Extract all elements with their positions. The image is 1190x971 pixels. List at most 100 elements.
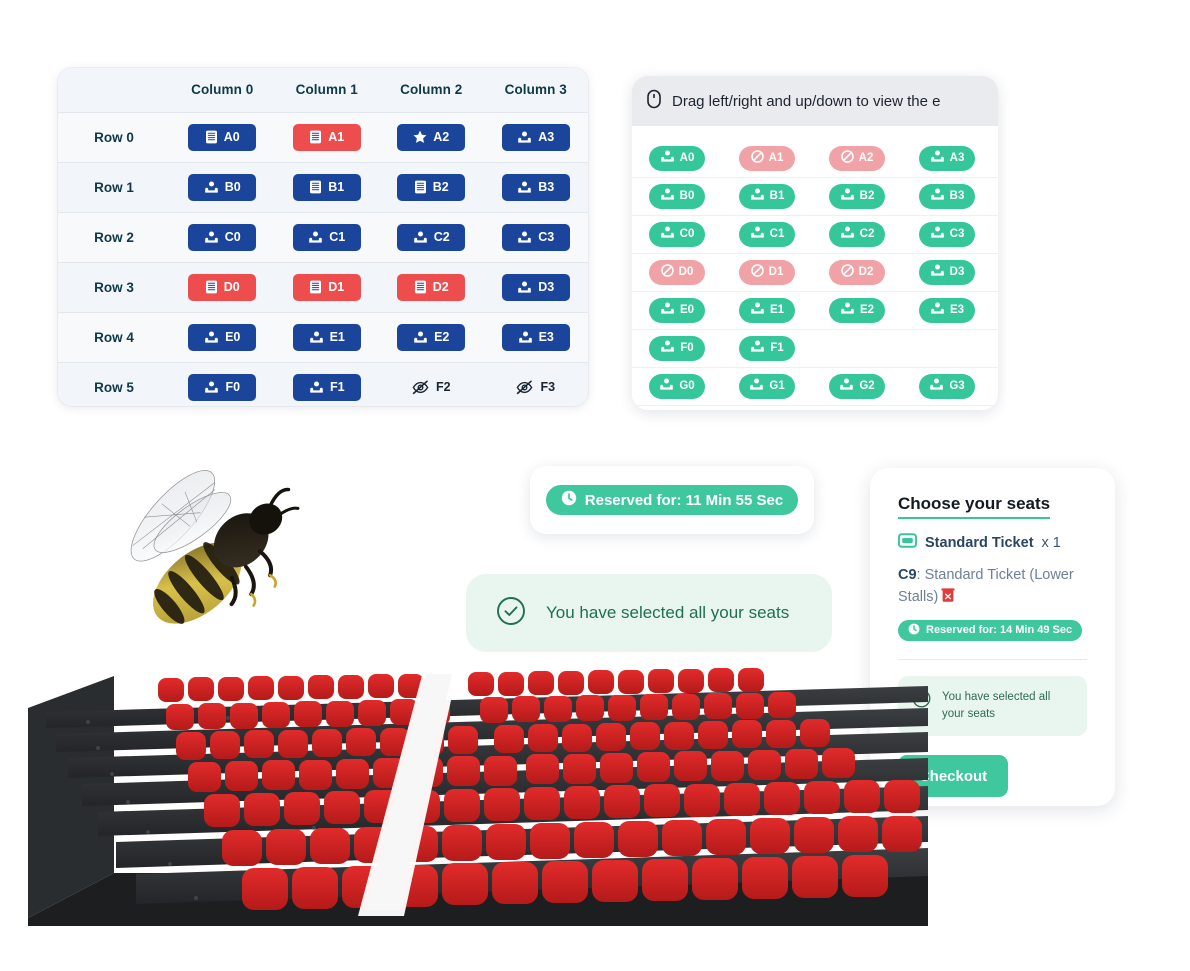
- map-seat-D3[interactable]: D3: [919, 260, 975, 285]
- map-seat-label: G3: [949, 379, 965, 392]
- seat-button-E1[interactable]: E1: [292, 323, 361, 351]
- map-seat-B2[interactable]: B2: [829, 184, 885, 209]
- seat-button-B0[interactable]: B0: [188, 173, 257, 201]
- ticket-icon: [205, 130, 218, 144]
- seat-map-hint-text: Drag left/right and up/down to view the …: [672, 92, 941, 110]
- seat-button-E2[interactable]: E2: [397, 323, 466, 351]
- map-seat-C2[interactable]: C2: [829, 222, 885, 247]
- seat-button-C0[interactable]: C0: [188, 223, 257, 251]
- bee-photo: [130, 470, 300, 624]
- map-seat-E2[interactable]: E2: [829, 298, 885, 323]
- map-seat-A0[interactable]: A0: [649, 146, 705, 171]
- reserved-timer-toast: Reserved for: 11 Min 55 Sec: [530, 466, 814, 534]
- corner-cell: [58, 68, 170, 112]
- table-cell: C0: [170, 212, 275, 262]
- seat-button-D3[interactable]: D3: [501, 273, 570, 301]
- map-seat-G2[interactable]: G2: [829, 374, 885, 399]
- map-seat-B0[interactable]: B0: [649, 184, 705, 209]
- seat-button-F0[interactable]: F0: [188, 373, 257, 401]
- seat-map-cell: C1: [722, 222, 812, 247]
- table-row: Row 5 F0 F1 F2 F3: [58, 362, 588, 406]
- seat-label: F3: [540, 380, 556, 395]
- map-seat-C1[interactable]: C1: [739, 222, 795, 247]
- map-seat-F0[interactable]: F0: [649, 336, 705, 361]
- map-seat-label: E2: [859, 303, 875, 316]
- seat-map-row: D0 D1 D2 D3: [632, 254, 998, 292]
- map-seat-G1[interactable]: G1: [739, 374, 795, 399]
- seat-button-B2[interactable]: B2: [397, 173, 466, 201]
- trash-icon[interactable]: [941, 587, 955, 610]
- seat-label: F2: [435, 380, 451, 395]
- seat-icon: [413, 331, 428, 344]
- seat-button-E3[interactable]: E3: [501, 323, 570, 351]
- seat-button-C3[interactable]: C3: [501, 223, 570, 251]
- seat-button-D0[interactable]: D0: [188, 273, 257, 301]
- no-entry-icon: [840, 264, 854, 281]
- ticket-summary-line: Standard Ticket x 1: [897, 533, 1087, 552]
- seat-map-row: E0 E1 E2 E3: [632, 292, 998, 330]
- map-seat-G3[interactable]: G3: [919, 374, 975, 399]
- seat-button-A1[interactable]: A1: [292, 123, 361, 151]
- seat-button-F1[interactable]: F1: [292, 373, 361, 401]
- seat-map-scroll-area[interactable]: A0 A1 A2 A3 B0 B1 B2 B3 C0 C1 C2 C3 D0 D1 D2 D3 E0 E1 E2 E3…: [632, 126, 998, 410]
- table-cell: B0: [170, 162, 275, 212]
- seat-button-D1[interactable]: D1: [292, 273, 361, 301]
- table-cell: F3: [484, 362, 589, 406]
- seat-button-A0[interactable]: A0: [188, 123, 257, 151]
- map-seat-E0[interactable]: E0: [649, 298, 705, 323]
- seat-button-C2[interactable]: C2: [397, 223, 466, 251]
- map-seat-label: D1: [768, 265, 784, 278]
- reserved-timer-text: Reserved for: 11 Min 55 Sec: [584, 491, 784, 509]
- table-cell: A0: [170, 112, 275, 162]
- seat-icon: [204, 331, 219, 344]
- seat-button-C1[interactable]: C1: [292, 223, 361, 251]
- map-seat-F1[interactable]: F1: [739, 336, 795, 361]
- seat-table-head: Column 0 Column 1 Column 2 Column 3: [58, 68, 588, 112]
- map-seat-label: E3: [949, 303, 965, 316]
- selected-seat-line: C9: Standard Ticket (Lower Stalls): [898, 564, 1087, 611]
- table-cell: A3: [484, 112, 589, 162]
- seat-button-B3[interactable]: B3: [501, 173, 570, 201]
- map-seat-C0[interactable]: C0: [649, 222, 705, 247]
- map-seat-B3[interactable]: B3: [919, 184, 975, 209]
- seat-map-cell: B2: [812, 184, 902, 209]
- seat-label: D3: [538, 279, 555, 294]
- seat-button-E0[interactable]: E0: [188, 323, 257, 351]
- map-seat-A2: A2: [829, 146, 885, 171]
- selection-complete-text: You have selected all your seats: [546, 603, 790, 622]
- seat-icon: [660, 302, 675, 319]
- map-seat-G0[interactable]: G0: [649, 374, 705, 399]
- seat-button-A2[interactable]: A2: [397, 123, 466, 151]
- seat-icon: [660, 150, 675, 167]
- column-header-2: Column 2: [400, 82, 463, 98]
- seat-map-panel[interactable]: Drag left/right and up/down to view the …: [632, 76, 998, 410]
- ticket-icon: [309, 280, 322, 294]
- map-seat-E3[interactable]: E3: [919, 298, 975, 323]
- map-seat-A3[interactable]: A3: [919, 146, 975, 171]
- row-header-1: Row 1: [94, 179, 134, 195]
- seat-map-cell: D0: [632, 260, 722, 285]
- seat-button-D2[interactable]: D2: [397, 273, 466, 301]
- map-seat-label: F1: [770, 341, 784, 354]
- table-cell: B1: [275, 162, 380, 212]
- map-seat-C3[interactable]: C3: [919, 222, 975, 247]
- seat-label: A1: [328, 129, 345, 144]
- seat-label: E3: [538, 329, 554, 344]
- page-title: Choose your seats: [898, 494, 1051, 519]
- seat-button-A3[interactable]: A3: [501, 123, 570, 151]
- ticket-icon: [309, 130, 322, 144]
- seat-button-B1[interactable]: B1: [292, 173, 361, 201]
- table-cell: F0: [170, 362, 275, 406]
- seat-map-row: C0 C1 C2 C3: [632, 216, 998, 254]
- selection-complete-toast: You have selected all your seats: [466, 574, 832, 652]
- map-seat-E1[interactable]: E1: [739, 298, 795, 323]
- map-seat-label: G1: [769, 379, 785, 392]
- table-cell: A1: [275, 112, 380, 162]
- column-header-1: Column 1: [295, 82, 358, 98]
- table-cell: C1: [275, 212, 380, 262]
- table-row: Row 2 C0 C1 C2 C3: [58, 212, 588, 262]
- map-seat-B1[interactable]: B1: [739, 184, 795, 209]
- map-seat-label: A2: [858, 151, 874, 164]
- seat-icon: [750, 340, 765, 357]
- seat-icon: [517, 131, 532, 144]
